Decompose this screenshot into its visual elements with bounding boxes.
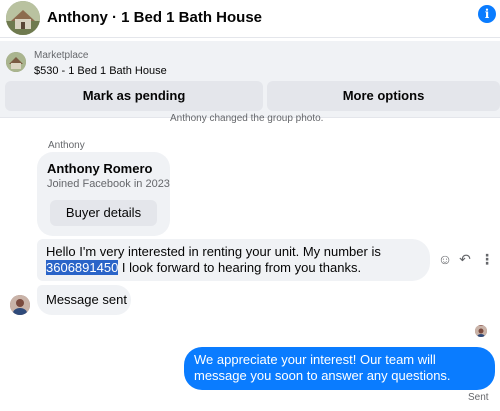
profile-name: Anthony Romero — [47, 161, 153, 176]
group-avatar[interactable] — [6, 1, 40, 35]
listing-thumbnail[interactable] — [6, 52, 26, 72]
system-notice: Anthony changed the group photo. — [170, 113, 324, 124]
mark-as-pending-button[interactable]: Mark as pending — [5, 81, 263, 111]
message-status: Sent — [468, 392, 489, 403]
marketplace-banner: Marketplace $530 - 1 Bed 1 Bath House Ma… — [0, 41, 500, 118]
profile-card: Anthony Romero Joined Facebook in 2023 B… — [37, 152, 170, 236]
message-text: Hello I'm very interested in renting you… — [46, 244, 381, 259]
profile-joined: Joined Facebook in 2023 — [47, 178, 170, 190]
chat-title: Anthony · 1 Bed 1 Bath House — [47, 9, 263, 26]
more-actions-icon[interactable]: ⋮ — [479, 250, 495, 268]
reply-icon[interactable]: ↶ — [457, 250, 473, 268]
buyer-details-button[interactable]: Buyer details — [50, 200, 157, 226]
message-text: I look forward to hearing from you thank… — [118, 260, 362, 275]
chat-header: Anthony · 1 Bed 1 Bath House i — [0, 0, 500, 38]
incoming-message[interactable]: Message sent — [37, 285, 131, 315]
listing-title[interactable]: $530 - 1 Bed 1 Bath House — [34, 65, 167, 77]
sender-avatar[interactable] — [10, 295, 30, 315]
marketplace-label: Marketplace — [34, 50, 89, 61]
outgoing-message[interactable]: We appreciate your interest! Our team wi… — [184, 347, 495, 390]
read-receipt-avatar — [475, 325, 487, 337]
emoji-react-icon[interactable]: ☺ — [437, 250, 453, 268]
info-icon[interactable]: i — [478, 5, 496, 23]
sender-name: Anthony — [48, 140, 85, 151]
selected-phone-number[interactable]: 3606891450 — [46, 260, 119, 275]
more-options-button[interactable]: More options — [267, 81, 500, 111]
incoming-message[interactable]: Hello I'm very interested in renting you… — [37, 239, 430, 281]
message-actions: ☺ ↶ ⋮ — [437, 250, 497, 268]
